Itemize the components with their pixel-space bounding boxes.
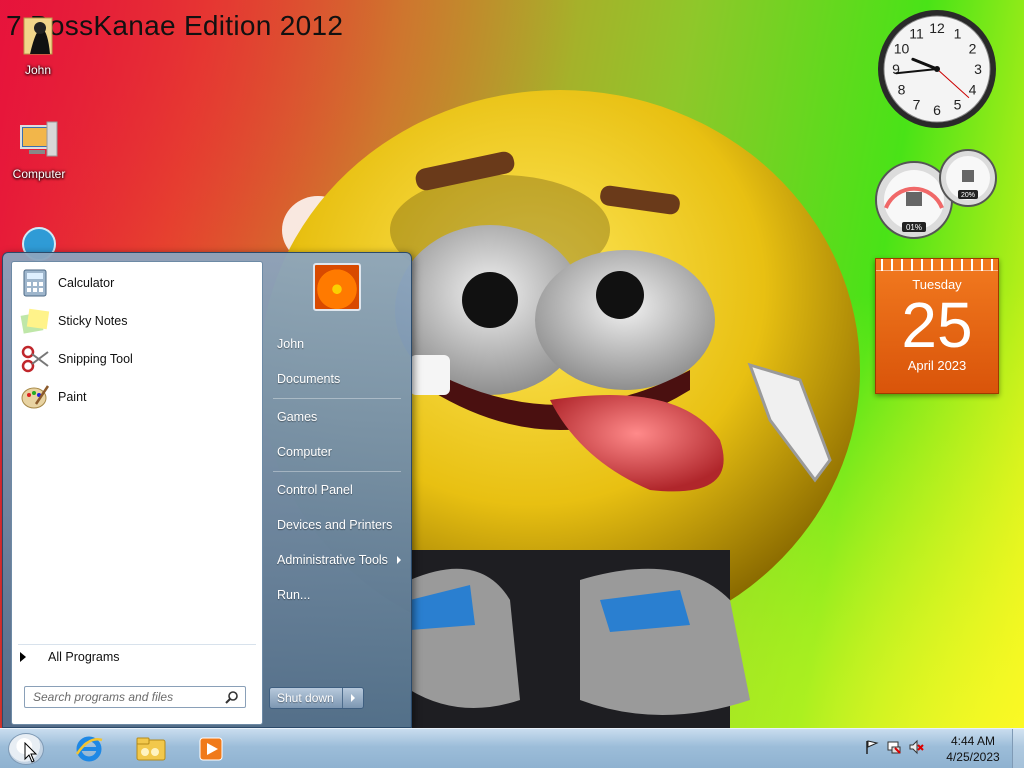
submenu-arrow-icon: [397, 556, 401, 564]
start-link-label: John: [277, 337, 305, 351]
start-link-label: Games: [277, 410, 318, 424]
media-player-icon: [199, 737, 223, 761]
network-icon[interactable]: [886, 739, 902, 755]
clock-numeral: 9: [892, 61, 900, 77]
shutdown-button[interactable]: Shut down: [270, 688, 343, 708]
search-programs-input[interactable]: Search programs and files: [24, 686, 246, 708]
start-link-user[interactable]: John: [269, 329, 405, 359]
chevron-right-icon: [350, 694, 355, 702]
start-link-label: Administrative Tools: [277, 553, 388, 567]
taskbar-clock[interactable]: 4:44 AM 4/25/2023: [938, 733, 1008, 765]
start-link-administrative-tools[interactable]: Administrative Tools: [269, 545, 405, 575]
start-divider: [273, 398, 401, 399]
desktop-icon-user[interactable]: John: [0, 14, 76, 77]
program-paint[interactable]: Paint: [14, 379, 260, 415]
taskbar-internet-explorer[interactable]: [66, 732, 112, 766]
desktop-icon-computer[interactable]: Computer: [1, 118, 77, 181]
calendar-gadget[interactable]: Tuesday 25 April 2023: [875, 258, 999, 394]
program-calculator[interactable]: Calculator: [14, 265, 260, 301]
start-link-computer[interactable]: Computer: [269, 437, 405, 467]
sticky-notes-icon: [20, 308, 50, 334]
shutdown-options-button[interactable]: [343, 688, 363, 708]
desktop-icon-label: John: [24, 63, 52, 77]
start-link-label: Computer: [277, 445, 332, 459]
clock-numeral: 2: [969, 41, 977, 57]
start-link-control-panel[interactable]: Control Panel: [269, 475, 405, 505]
clock-numeral: 3: [974, 61, 982, 77]
start-link-run[interactable]: Run...: [269, 580, 405, 610]
start-link-label: Control Panel: [277, 483, 353, 497]
show-desktop-button[interactable]: [1012, 729, 1024, 768]
taskbar-windows-explorer[interactable]: [128, 732, 174, 766]
search-placeholder: Search programs and files: [33, 690, 174, 704]
volume-muted-icon[interactable]: [908, 739, 924, 755]
shutdown-button-group: Shut down: [269, 687, 364, 709]
clock-numeral: 4: [969, 82, 977, 98]
clock-numeral: 12: [929, 20, 945, 36]
memory-chip-icon: [962, 170, 974, 182]
clock-numeral: 11: [909, 25, 924, 41]
clock-numeral: 1: [954, 25, 962, 41]
clock-numeral: 8: [898, 82, 906, 98]
cpu-chip-icon: [906, 192, 922, 206]
all-programs-label: All Programs: [48, 650, 120, 664]
user-folder-icon: [23, 17, 53, 55]
program-snipping-tool[interactable]: Snipping Tool: [14, 341, 260, 377]
start-link-label: Run...: [277, 588, 311, 602]
program-label: Sticky Notes: [58, 314, 128, 328]
start-divider: [273, 471, 401, 472]
clock-numeral: 10: [894, 41, 910, 57]
start-link-label: Devices and Printers: [277, 518, 393, 532]
clock-numeral: 7: [913, 97, 921, 113]
scissors-icon: [21, 345, 49, 373]
mouse-pointer-icon: [24, 742, 38, 763]
calendar-day: 25: [901, 289, 973, 361]
cpu-usage-readout: 01%: [906, 223, 922, 232]
clock-gadget[interactable]: 1234567891011 12: [876, 8, 998, 130]
memory-usage-readout: 20%: [961, 192, 975, 199]
program-label: Snipping Tool: [58, 352, 133, 366]
cpu-meter-gadget[interactable]: 01% 20%: [872, 148, 1000, 240]
taskbar: 4:44 AM 4/25/2023: [0, 728, 1024, 768]
clock-numeral: 5: [954, 97, 962, 113]
program-sticky-notes[interactable]: Sticky Notes: [14, 303, 260, 339]
calendar-rings: [876, 259, 998, 271]
user-picture[interactable]: [313, 263, 361, 311]
search-icon: [225, 691, 238, 704]
palette-icon: [21, 385, 50, 409]
internet-explorer-icon: [75, 736, 103, 762]
taskbar-media-player[interactable]: [188, 732, 234, 766]
program-label: Paint: [58, 390, 87, 404]
program-label: Calculator: [58, 276, 115, 290]
start-menu: Calculator Sticky Notes Snipping Tool Pa…: [2, 252, 412, 728]
clock-numeral: 6: [933, 102, 941, 118]
start-link-games[interactable]: Games: [269, 402, 405, 432]
calendar-month-year: April 2023: [907, 358, 967, 373]
programs-pane: Calculator Sticky Notes Snipping Tool Pa…: [11, 261, 263, 725]
desktop-icon-label: Computer: [12, 167, 66, 181]
taskbar-date: 4/25/2023: [946, 750, 1000, 764]
start-link-documents[interactable]: Documents: [269, 364, 405, 394]
calculator-icon: [23, 269, 47, 297]
system-tray: [864, 739, 924, 755]
action-center-flag-icon[interactable]: [864, 739, 880, 755]
windows-explorer-icon: [136, 737, 166, 761]
computer-icon: [20, 121, 58, 157]
start-link-label: Documents: [277, 372, 341, 386]
start-link-devices-printers[interactable]: Devices and Printers: [269, 510, 405, 540]
all-programs-button[interactable]: All Programs: [20, 650, 120, 664]
expand-arrow-icon: [20, 652, 26, 662]
all-programs-divider: [18, 644, 256, 645]
taskbar-time: 4:44 AM: [950, 734, 996, 748]
